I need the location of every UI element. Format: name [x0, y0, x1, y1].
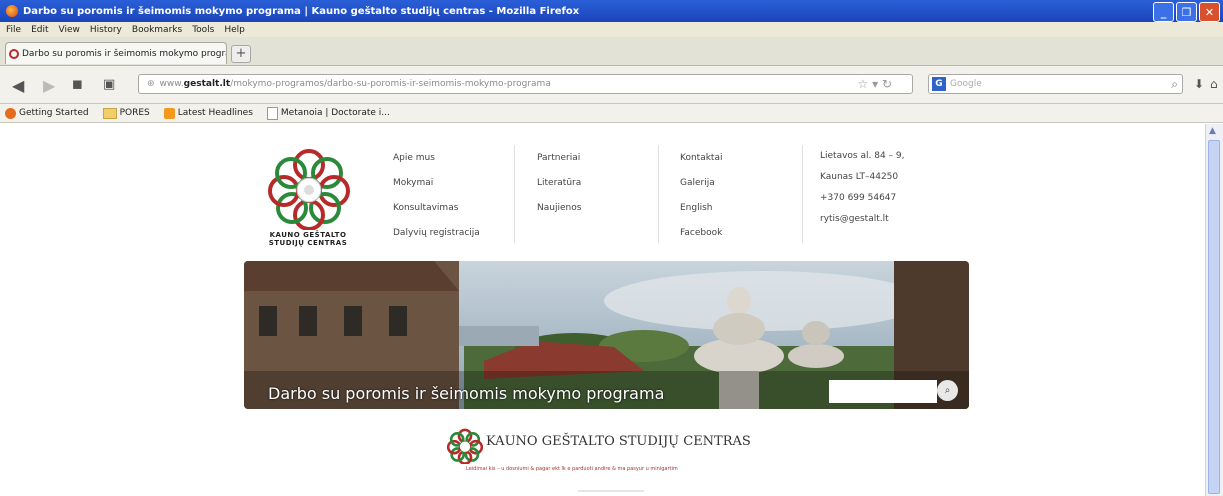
nav-link-mokymai[interactable]: Mokymai: [393, 171, 480, 196]
contact-address: Lietavos al. 84 – 9,: [820, 151, 905, 161]
firefox-icon: [6, 5, 18, 17]
forward-arrow-icon[interactable]: ▶: [43, 76, 55, 95]
minimize-button[interactable]: _: [1153, 2, 1174, 22]
nav-column-3: Kontaktai Galerija English Facebook: [680, 146, 722, 246]
scrollbar-thumb[interactable]: [1208, 140, 1220, 494]
download-arrow-icon[interactable]: ⬇: [1194, 77, 1204, 91]
tab-label: Darbo su poromis ir šeimomis mokymo prog…: [22, 48, 227, 59]
bookmark-metanoia[interactable]: Metanoia | Doctorate i...: [266, 106, 390, 120]
contact-phone: +370 699 54647: [820, 193, 897, 203]
logo-wordmark[interactable]: KAUNO GEŠTALTO STUDIJŲ CENTRAS: [264, 231, 352, 247]
tab-bar: Darbo su poromis ir šeimomis mokymo prog…: [0, 37, 1223, 66]
back-arrow-icon[interactable]: ◀: [12, 76, 24, 95]
nav-link-galerija[interactable]: Galerija: [680, 171, 722, 196]
bookmark-pores[interactable]: PORES: [102, 107, 150, 119]
hero-title: Darbo su poromis ir šeimomis mokymo prog…: [268, 384, 665, 403]
site-logo-icon[interactable]: [268, 142, 350, 230]
url-bar[interactable]: ⊕ www. gestalt.lt/mokymo-programos/darbo-…: [138, 74, 913, 94]
menu-help[interactable]: Help: [224, 25, 245, 35]
bookmark-getting-started[interactable]: Getting Started: [5, 107, 89, 119]
bookmark-star-icon[interactable]: ☆ ▾ ↻: [858, 77, 892, 91]
menu-bar: File Edit View History Bookmarks Tools H…: [0, 22, 1223, 37]
site-search-button[interactable]: ⌕: [937, 380, 958, 401]
contact-column: Lietavos al. 84 – 9, Kaunas LT–44250 +37…: [820, 146, 904, 230]
window-controls: _ ❐ ✕: [1153, 2, 1220, 22]
nav-link-kontaktai[interactable]: Kontaktai: [680, 146, 722, 171]
bookmark-label: Latest Headlines: [177, 108, 253, 118]
logo-line-2: STUDIJŲ CENTRAS: [268, 239, 348, 247]
nav-column-1: Apie mus Mokymai Konsultavimas Dalyvių r…: [393, 146, 480, 246]
nav-link-apie-mus[interactable]: Apie mus: [393, 146, 480, 171]
bookmark-label: PORES: [119, 108, 150, 118]
bookmark-label: Metanoia | Doctorate i...: [280, 108, 390, 118]
nav-divider: [514, 145, 515, 243]
url-prefix: www.: [159, 79, 184, 89]
navigation-toolbar: ◀ ▶ ◼ ▣ ⊕ www. gestalt.lt/mokymo-programo…: [0, 66, 1223, 104]
search-engine-icon[interactable]: G: [932, 77, 946, 91]
new-tab-button[interactable]: +: [231, 45, 251, 63]
search-icon[interactable]: ⌕: [1171, 77, 1178, 92]
site-favicon-icon: [9, 48, 19, 59]
url-path: /mokymo-programos/darbo-su-poromis-ir-se…: [230, 79, 551, 89]
nav-link-konsultavimas[interactable]: Konsultavimas: [393, 196, 480, 221]
maximize-button[interactable]: ❐: [1176, 2, 1197, 22]
window-title: Darbo su poromis ir šeimomis mokymo prog…: [23, 5, 580, 17]
menu-view[interactable]: View: [59, 25, 80, 35]
menu-history[interactable]: History: [90, 25, 122, 35]
nav-link-registracija[interactable]: Dalyvių registracija: [393, 221, 480, 246]
site-identity-icon[interactable]: ⊕: [147, 79, 155, 89]
site-search-input[interactable]: [829, 380, 937, 403]
stop-reload-icon[interactable]: ◼: [72, 77, 83, 92]
menu-file[interactable]: File: [6, 25, 21, 35]
firefox-bookmark-icon: [5, 107, 16, 119]
home-icon[interactable]: ⌂: [1210, 77, 1218, 91]
tab-active[interactable]: Darbo su poromis ir šeimomis mokymo prog…: [5, 42, 227, 64]
nav-column-2: Partneriai Literatūra Naujienos: [537, 146, 581, 221]
page-icon: [266, 106, 278, 120]
footer-divider: [578, 490, 644, 492]
search-bar[interactable]: G Google ⌕: [928, 74, 1183, 94]
menu-edit[interactable]: Edit: [31, 25, 48, 35]
contact-city: Kaunas LT–44250: [820, 172, 899, 182]
folder-icon: [102, 107, 117, 119]
print-icon[interactable]: ▣: [103, 77, 115, 92]
logo-line-1: KAUNO GEŠTALTO: [269, 231, 347, 239]
nav-link-english[interactable]: English: [680, 196, 722, 221]
bookmarks-toolbar: Getting Started PORES Latest Headlines M…: [0, 104, 1223, 123]
bookmark-label: Getting Started: [19, 108, 89, 118]
menu-bookmarks[interactable]: Bookmarks: [132, 25, 182, 35]
bookmark-latest-headlines[interactable]: Latest Headlines: [163, 107, 253, 119]
vertical-scrollbar[interactable]: ▲: [1205, 124, 1223, 496]
nav-link-naujienos[interactable]: Naujienos: [537, 196, 581, 221]
url-domain: gestalt.lt: [183, 79, 231, 89]
footer-note: Leidimai kis – u dosniumi & pagar ekt lk…: [466, 466, 678, 472]
nav-link-literatura[interactable]: Literatūra: [537, 171, 581, 196]
nav-link-facebook[interactable]: Facebook: [680, 221, 722, 246]
window-titlebar: Darbo su poromis ir šeimomis mokymo prog…: [0, 0, 1223, 22]
search-icon: ⌕: [944, 385, 951, 396]
nav-link-partneriai[interactable]: Partneriai: [537, 146, 581, 171]
rss-feed-icon: [163, 107, 175, 119]
nav-divider: [802, 145, 803, 243]
close-button[interactable]: ✕: [1199, 2, 1220, 22]
search-input[interactable]: Google: [950, 79, 982, 89]
nav-divider: [658, 145, 659, 243]
menu-tools[interactable]: Tools: [192, 25, 214, 35]
contact-email[interactable]: rytis@gestalt.lt: [820, 209, 904, 230]
footer-site-name: KAUNO GEŠTALTO STUDIJŲ CENTRAS: [486, 434, 751, 449]
scroll-up-arrow-icon[interactable]: ▲: [1209, 126, 1216, 136]
footer-logo-icon: [447, 428, 483, 464]
